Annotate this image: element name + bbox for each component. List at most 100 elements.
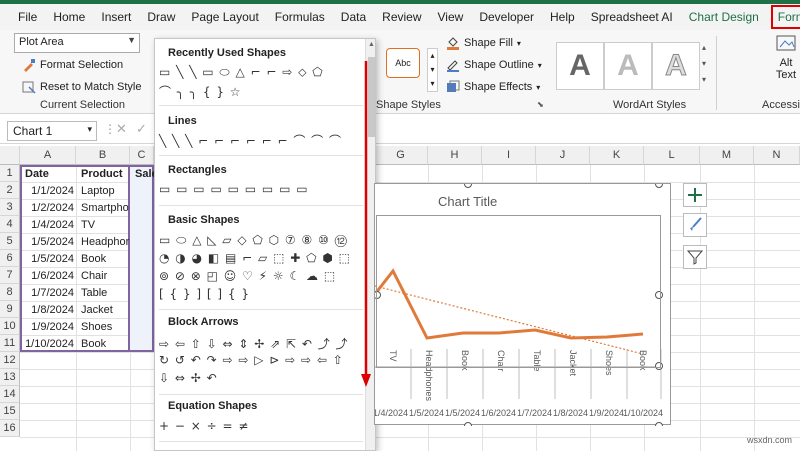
shape-styles-scroll[interactable]: ▴ ▾ ▾ xyxy=(427,48,438,92)
date-cell[interactable]: 1/5/2024 xyxy=(20,234,76,251)
wordart-style-1[interactable]: A xyxy=(556,42,604,90)
date-cell[interactable]: 1/9/2024 xyxy=(20,319,76,336)
row-header[interactable]: 1 xyxy=(0,165,20,182)
shape-style-preset[interactable]: Abc xyxy=(386,48,420,78)
row-header[interactable]: 2 xyxy=(0,182,20,199)
row-header[interactable]: 12 xyxy=(0,352,20,369)
row-header[interactable]: 13 xyxy=(0,369,20,386)
row-header[interactable]: 6 xyxy=(0,250,20,267)
chart-styles-button[interactable] xyxy=(683,213,707,237)
date-cell[interactable]: 1/7/2024 xyxy=(20,285,76,302)
wordart-scroll[interactable]: ▴ ▾ ▾ xyxy=(702,40,712,90)
row-header[interactable]: 9 xyxy=(0,301,20,318)
chart-filters-button[interactable] xyxy=(683,245,707,269)
wordart-style-3[interactable]: A xyxy=(652,42,700,90)
reset-style-button[interactable]: Reset to Match Style xyxy=(22,80,142,94)
row-header[interactable]: 15 xyxy=(0,403,20,420)
date-cell[interactable]: 1/10/2024 xyxy=(20,336,76,353)
alt-text-button[interactable]: Alt Text xyxy=(772,34,800,81)
wordart-style-2[interactable]: A xyxy=(604,42,652,90)
tab-data[interactable]: Data xyxy=(333,5,374,29)
column-header-h[interactable]: H xyxy=(428,146,482,165)
row-header[interactable]: 7 xyxy=(0,267,20,284)
header-cell-product[interactable]: Product xyxy=(76,166,130,183)
header-cell-sale[interactable]: Sale xyxy=(130,166,154,183)
column-header-c[interactable]: C xyxy=(130,146,154,165)
column-header-a[interactable]: A xyxy=(20,146,76,165)
tab-help[interactable]: Help xyxy=(542,5,583,29)
format-selection-button[interactable]: Format Selection xyxy=(22,58,123,72)
equation-shapes-row[interactable]: + − × ÷ = ≠ xyxy=(159,419,249,435)
cancel-icon[interactable]: ✕ xyxy=(116,121,127,137)
row-header[interactable]: 5 xyxy=(0,233,20,250)
header-cell-date[interactable]: Date xyxy=(20,166,76,183)
select-all-corner[interactable] xyxy=(0,146,20,165)
product-cell[interactable]: Headphor xyxy=(76,234,130,251)
tab-formulas[interactable]: Formulas xyxy=(267,5,333,29)
basic-shapes-row-1[interactable]: ▭ ⬭ △ ◺ ▱ ◇ ⬠ ⬡ ⑦ ⑧ ⑩ ⑫ xyxy=(159,233,348,249)
name-box[interactable]: Chart 1 ▾ xyxy=(7,121,97,141)
shape-outline-button[interactable]: Shape Outline ▾ xyxy=(446,58,542,72)
chart-elements-button[interactable] xyxy=(683,183,707,207)
column-header-g[interactable]: G xyxy=(374,146,428,165)
recent-shapes-row-1[interactable]: ▭ ╲ ╲ ▭ ⬭ △ ⌐ ⌐ ⇨ ⬦ ⬠ xyxy=(159,65,324,81)
basic-shapes-row-3[interactable]: ⊚ ⊘ ⊗ ◰ ☺ ♡ ⚡ ☼ ☾ ☁ ⬚ xyxy=(159,269,336,285)
basic-shapes-row-4[interactable]: [ { } ] [ ] { } xyxy=(159,287,250,303)
date-cell[interactable]: 1/6/2024 xyxy=(20,268,76,285)
column-header-l[interactable]: L xyxy=(644,146,700,165)
block-arrows-row-2[interactable]: ↻ ↺ ↶ ↷ ⇨ ⇨ ▷ ⊳ ⇨ ⇨ ⇦ ⇧ xyxy=(159,353,344,369)
product-cell[interactable]: Book xyxy=(76,336,130,353)
row-header[interactable]: 4 xyxy=(0,216,20,233)
row-header[interactable]: 16 xyxy=(0,420,20,437)
tab-home[interactable]: Home xyxy=(45,5,93,29)
product-cell[interactable]: Chair xyxy=(76,268,130,285)
confirm-icon[interactable]: ✓ xyxy=(136,121,147,137)
date-cell[interactable]: 1/1/2024 xyxy=(20,183,76,200)
date-cell[interactable]: 1/4/2024 xyxy=(20,217,76,234)
product-cell[interactable]: Jacket xyxy=(76,302,130,319)
lines-shapes-row[interactable]: ╲ ╲ ╲ ⌐ ⌐ ⌐ ⌐ ⌐ ⌐ ⌒ ⌒ ⌒ xyxy=(159,132,342,148)
tab-page-layout[interactable]: Page Layout xyxy=(183,5,266,29)
date-cell[interactable]: 1/2/2024 xyxy=(20,200,76,217)
tab-developer[interactable]: Developer xyxy=(471,5,542,29)
row-header[interactable]: 8 xyxy=(0,284,20,301)
column-header-i[interactable]: I xyxy=(482,146,536,165)
shape-fill-button[interactable]: Shape Fill ▾ xyxy=(446,36,521,50)
tab-spreadsheet-ai[interactable]: Spreadsheet AI xyxy=(583,5,681,29)
tab-review[interactable]: Review xyxy=(374,5,429,29)
column-header-k[interactable]: K xyxy=(590,146,644,165)
column-header-b[interactable]: B xyxy=(76,146,130,165)
tab-chart-design[interactable]: Chart Design xyxy=(681,5,767,29)
chart-elements-combo[interactable]: Plot Area ▼ xyxy=(14,33,140,53)
tab-file[interactable]: File xyxy=(10,5,45,29)
block-arrows-row-1[interactable]: ⇨ ⇦ ⇧ ⇩ ⇔ ⇕ ✢ ⇗ ⇱ ↶ ⤴ ⤴ xyxy=(159,335,349,351)
shape-effects-button[interactable]: Shape Effects ▾ xyxy=(446,80,540,94)
product-cell[interactable]: Book xyxy=(76,251,130,268)
row-header[interactable]: 14 xyxy=(0,386,20,403)
block-arrows-row-3[interactable]: ⇩ ⇔ ✢ ↶ xyxy=(159,371,218,387)
date-cell[interactable]: 1/5/2024 xyxy=(20,251,76,268)
tab-insert[interactable]: Insert xyxy=(93,5,139,29)
date-cell[interactable]: 1/8/2024 xyxy=(20,302,76,319)
row-header[interactable]: 10 xyxy=(0,318,20,335)
product-cell[interactable]: Table xyxy=(76,285,130,302)
product-cell[interactable]: Shoes xyxy=(76,319,130,336)
tab-draw[interactable]: Draw xyxy=(139,5,183,29)
product-cell[interactable]: Smartpho xyxy=(76,200,130,217)
product-cell[interactable]: TV xyxy=(76,217,130,234)
tab-view[interactable]: View xyxy=(430,5,472,29)
column-header-m[interactable]: M xyxy=(700,146,754,165)
row-header[interactable]: 11 xyxy=(0,335,20,352)
rectangles-shapes-row[interactable]: ▭ ▭ ▭ ▭ ▭ ▭ ▭ ▭ ▭ xyxy=(159,182,309,198)
column-header-j[interactable]: J xyxy=(536,146,590,165)
chart-area[interactable]: Chart Title TV Headphones Book Chair Table Ja… xyxy=(374,183,671,426)
row-header[interactable]: 3 xyxy=(0,199,20,216)
chevron-down-icon: ▾ xyxy=(537,60,542,70)
tab-format[interactable]: Format xyxy=(770,5,800,29)
product-cell[interactable]: Laptop xyxy=(76,183,130,200)
basic-shapes-row-2[interactable]: ◔ ◑ ◕ ◧ ▤ ⌐ ▱ ⬚ ✚ ⬠ ⬢ ⬚ xyxy=(159,251,351,267)
dialog-launcher-icon[interactable]: ⬊ xyxy=(537,100,544,109)
scroll-up-icon[interactable]: ▲ xyxy=(368,41,375,48)
recent-shapes-row-2[interactable]: ⌒ ╮ ╮ { } ☆ xyxy=(159,83,242,99)
column-header-n[interactable]: N xyxy=(754,146,800,165)
